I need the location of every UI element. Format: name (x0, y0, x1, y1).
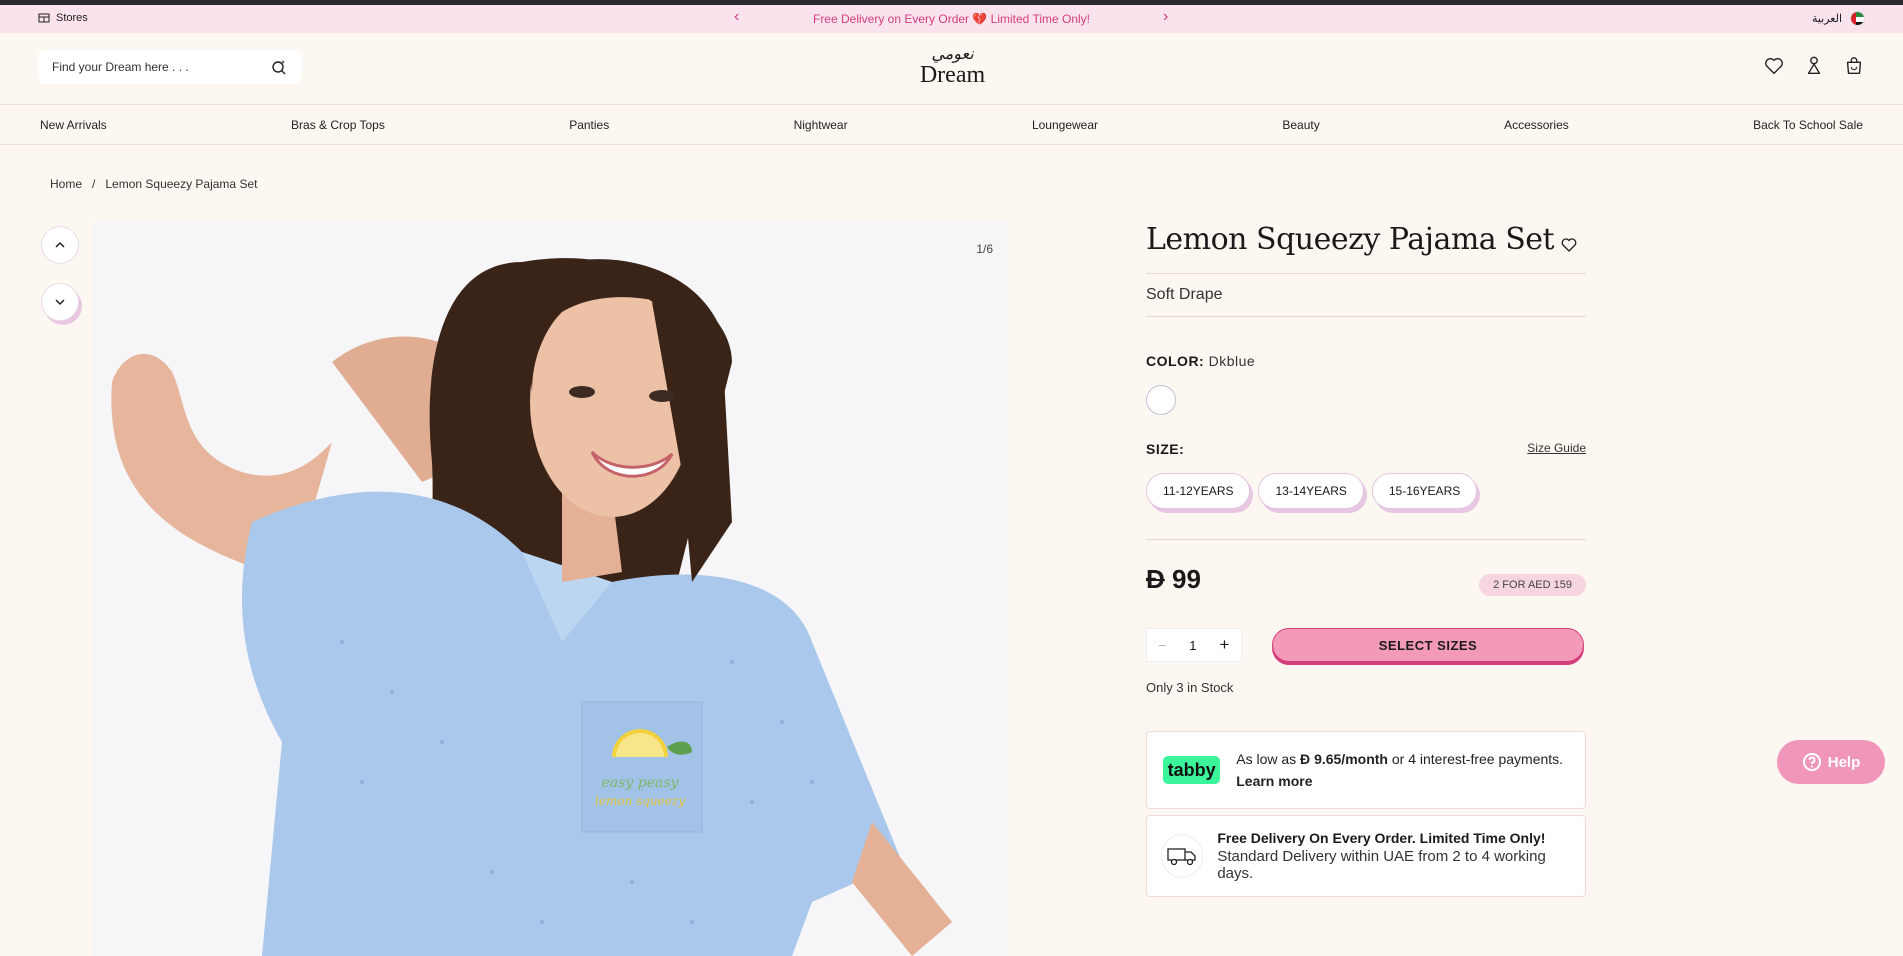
product-subtitle: Soft Drape (1146, 286, 1223, 303)
divider (1146, 316, 1586, 317)
tabby-currency: Đ (1300, 751, 1311, 767)
select-sizes-button[interactable]: SELECT SIZES (1272, 628, 1584, 662)
search-sparkle-icon[interactable] (270, 58, 288, 76)
language-switcher[interactable]: العربية (1812, 11, 1865, 26)
qty-minus-button[interactable]: − (1159, 638, 1167, 653)
color-value: Dkblue (1208, 353, 1256, 369)
nav-item-new-arrivals[interactable]: New Arrivals (40, 118, 107, 132)
size-options: 11-12YEARS 13-14YEARS 15-16YEARS (1146, 473, 1586, 509)
help-label: Help (1827, 753, 1861, 771)
site-header: نعومي Dream (0, 33, 1903, 105)
qty-value[interactable]: 1 (1189, 638, 1196, 653)
uae-flag-icon (1850, 11, 1865, 26)
product-details: Lemon Squeezy Pajama Set Soft Drape COLO… (1146, 222, 1586, 897)
tabby-learn-more[interactable]: Learn more (1236, 773, 1312, 789)
language-label: العربية (1811, 13, 1842, 25)
model-illustration: easy peasy lemon squeezy (92, 222, 1007, 956)
site-logo[interactable]: نعومي Dream (910, 44, 995, 88)
account-user-icon[interactable] (1803, 55, 1825, 77)
size-option-15-16[interactable]: 15-16YEARS (1371, 473, 1478, 509)
wishlist-heart-icon[interactable] (1763, 55, 1785, 77)
chevron-down-icon (55, 299, 65, 306)
gallery-down-button[interactable] (41, 283, 79, 321)
tabby-text-after: or 4 interest-free payments. (1391, 751, 1564, 767)
help-button[interactable]: Help (1777, 740, 1885, 784)
delivery-title: Free Delivery On Every Order. Limited Ti… (1217, 830, 1546, 846)
main-navigation: New Arrivals Bras & Crop Tops Panties Ni… (0, 105, 1903, 145)
tabby-amount: 9.65/month (1314, 751, 1388, 767)
search-box[interactable] (38, 50, 302, 84)
breadcrumb: Home / Lemon Squeezy Pajama Set (50, 177, 257, 191)
announcement-bar: Stores ‹ Free Delivery on Every Order 💔 … (0, 5, 1903, 33)
divider (1146, 539, 1586, 540)
promo-text: Free Delivery on Every Order 💔 Limited T… (812, 12, 1091, 26)
qty-plus-button[interactable]: + (1220, 635, 1230, 655)
nav-item-nightwear[interactable]: Nightwear (794, 118, 848, 132)
nav-item-bras-crop-tops[interactable]: Bras & Crop Tops (291, 118, 385, 132)
nav-item-back-to-school-sale[interactable]: Back To School Sale (1753, 118, 1863, 132)
shirt-embroidery-line1: easy peasy (602, 775, 680, 791)
tabby-text-before: As low as (1236, 751, 1297, 767)
size-guide-link[interactable]: Size Guide (1527, 441, 1586, 455)
size-label: SIZE: (1146, 441, 1185, 457)
stock-text: Only 3 in Stock (1146, 680, 1234, 695)
breadcrumb-current: Lemon Squeezy Pajama Set (105, 177, 258, 191)
gallery-up-button[interactable] (41, 226, 79, 264)
tabby-text: As low as Đ 9.65/month or 4 interest-fre… (1236, 748, 1569, 792)
product-main-image[interactable]: easy peasy lemon squeezy 1/6 (92, 222, 1007, 956)
search-input[interactable] (52, 60, 270, 74)
logo-arabic: نعومي (931, 44, 974, 63)
offer-badge: 2 FOR AED 159 (1479, 574, 1586, 596)
nav-item-beauty[interactable]: Beauty (1282, 118, 1319, 132)
size-option-11-12[interactable]: 11-12YEARS (1146, 473, 1251, 509)
promo-next-arrow-icon[interactable]: › (1163, 9, 1168, 25)
nav-item-loungewear[interactable]: Loungewear (1032, 118, 1098, 132)
logo-text: Dream (919, 62, 986, 88)
breadcrumb-separator: / (92, 177, 96, 191)
color-row: COLOR: Dkblue (1146, 353, 1586, 369)
nav-item-panties[interactable]: Panties (569, 118, 609, 132)
currency-symbol: Đ (1146, 564, 1165, 594)
shirt-embroidery-line2: lemon squeezy (595, 794, 685, 808)
tabby-logo: tabby (1163, 756, 1221, 784)
delivery-card: Free Delivery On Every Order. Limited Ti… (1146, 815, 1586, 897)
product-title: Lemon Squeezy Pajama Set (1146, 222, 1555, 257)
nav-item-accessories[interactable]: Accessories (1504, 118, 1569, 132)
tabby-card[interactable]: tabby As low as Đ 9.65/month or 4 intere… (1146, 731, 1586, 809)
breadcrumb-home[interactable]: Home (50, 177, 82, 191)
price-value: 99 (1172, 564, 1201, 594)
color-label: COLOR: (1146, 353, 1205, 369)
chevron-up-icon (55, 241, 65, 248)
shopping-bag-icon[interactable] (1843, 55, 1865, 77)
quantity-stepper: − 1 + (1146, 628, 1242, 662)
delivery-subtitle: Standard Delivery within UAE from 2 to 4… (1217, 848, 1546, 882)
color-swatch-dkblue[interactable] (1146, 385, 1176, 415)
image-counter: 1/6 (976, 242, 993, 256)
size-option-13-14[interactable]: 13-14YEARS (1258, 473, 1364, 509)
product-wishlist-heart-icon[interactable] (1560, 236, 1578, 254)
header-icons (1763, 55, 1865, 77)
help-question-icon (1802, 753, 1821, 771)
delivery-truck-icon (1161, 834, 1204, 878)
